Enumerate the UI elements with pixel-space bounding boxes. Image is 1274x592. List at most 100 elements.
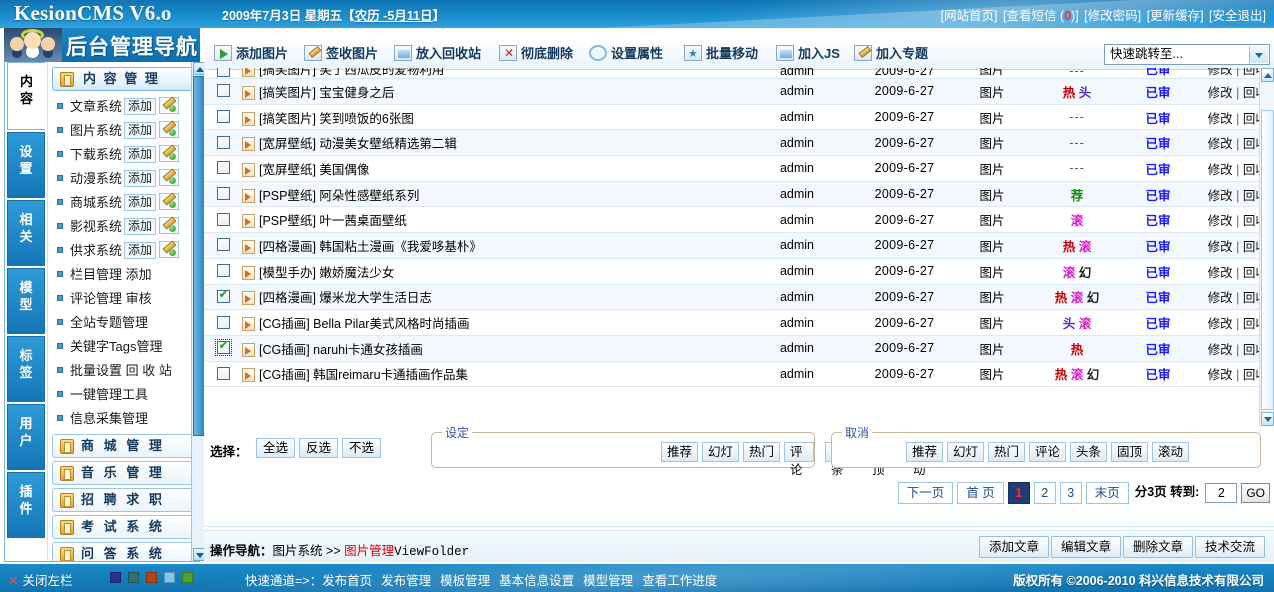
toolbar-button-gear[interactable]: 设置属性	[589, 44, 663, 64]
row-edit-link[interactable]: 修改	[1208, 368, 1233, 382]
quick-channel-item-4[interactable]: 模型管理	[583, 574, 633, 588]
cancel-flag-3[interactable]: 评论	[1029, 442, 1066, 462]
row-checkbox[interactable]	[217, 110, 230, 123]
sidebar-tab-2[interactable]: 相关	[7, 200, 45, 266]
sidebar-module-3[interactable]: 考 试 系 统	[52, 515, 195, 539]
add-button[interactable]: 添加	[124, 146, 156, 163]
row-edit-link[interactable]: 修改	[1208, 291, 1233, 305]
row-audit-status[interactable]: 已审	[1127, 258, 1189, 284]
quick-channel-item-0[interactable]: 发布首页	[322, 574, 372, 588]
row-title[interactable]: [CG插画] Bella Pilar美式风格时尚插画	[259, 317, 469, 331]
footer-button-3[interactable]: 技术交流	[1195, 536, 1265, 558]
row-audit-status[interactable]: 已审	[1127, 361, 1189, 387]
row-audit-status[interactable]: 已审	[1127, 233, 1189, 259]
select-button-1[interactable]: 反选	[299, 438, 338, 458]
row-checkbox[interactable]	[217, 213, 230, 226]
sidebar-item-2[interactable]: 下载系统添加	[48, 143, 199, 167]
select-button-2[interactable]: 不选	[342, 438, 381, 458]
breadcrumb-root[interactable]: 图片系统	[273, 544, 323, 558]
set-flag-3[interactable]: 评论	[784, 442, 814, 462]
toolbar-button-delete[interactable]: 彻底删除	[499, 44, 573, 64]
edit-pen-icon[interactable]	[159, 169, 179, 186]
sidebar-link-0[interactable]: 栏目管理 添加	[48, 263, 199, 287]
row-audit-status[interactable]: 已审	[1127, 68, 1189, 79]
row-edit-link[interactable]: 修改	[1208, 163, 1233, 177]
table-scroll-thumb[interactable]	[1261, 110, 1274, 410]
row-title[interactable]: [CG插画] 韩国reimaru卡通插画作品集	[259, 368, 468, 382]
select-button-0[interactable]: 全选	[256, 438, 295, 458]
sidebar-tab-6[interactable]: 插件	[7, 472, 45, 538]
row-edit-link[interactable]: 修改	[1208, 189, 1233, 203]
edit-pen-icon[interactable]	[159, 193, 179, 210]
sidebar-module-0[interactable]: 商 城 管 理	[52, 434, 195, 458]
row-audit-status[interactable]: 已审	[1127, 79, 1189, 105]
edit-pen-icon[interactable]	[159, 217, 179, 234]
sidebar-module-1[interactable]: 音 乐 管 理	[52, 461, 195, 485]
row-checkbox[interactable]	[217, 161, 230, 174]
row-edit-link[interactable]: 修改	[1208, 137, 1233, 151]
row-checkbox[interactable]	[217, 290, 230, 303]
edit-pen-icon[interactable]	[159, 121, 179, 138]
add-button[interactable]: 添加	[124, 218, 156, 235]
row-audit-status[interactable]: 已审	[1127, 207, 1189, 233]
row-checkbox[interactable]	[217, 136, 230, 149]
row-checkbox[interactable]	[217, 84, 230, 97]
edit-pen-icon[interactable]	[159, 97, 179, 114]
add-button[interactable]: 添加	[124, 242, 156, 259]
sidebar-link-1[interactable]: 评论管理 审核	[48, 287, 199, 311]
toolbar-button-recycle[interactable]: 放入回收站	[394, 44, 481, 64]
row-audit-status[interactable]: 已审	[1127, 130, 1189, 156]
table-scrollbar[interactable]	[1259, 68, 1274, 426]
set-flag-1[interactable]: 幻灯	[702, 442, 739, 462]
row-audit-status[interactable]: 已审	[1127, 310, 1189, 336]
scroll-down-icon[interactable]	[1261, 412, 1274, 426]
pager-last-page[interactable]: 末页	[1086, 482, 1129, 504]
row-edit-link[interactable]: 修改	[1208, 240, 1233, 254]
sidebar-item-0[interactable]: 文章系统添加	[48, 95, 199, 119]
toolbar-button-add-image[interactable]: 添加图片	[214, 44, 288, 64]
sidebar-tab-0[interactable]: 内容	[7, 62, 45, 130]
sidebar-tab-3[interactable]: 模型	[7, 268, 45, 334]
row-title[interactable]: [四格漫画] 韩国粘土漫画《我爱哆基朴》	[259, 240, 482, 254]
close-left-panel-button[interactable]: ✕关闭左栏	[8, 570, 73, 589]
cancel-flag-1[interactable]: 幻灯	[947, 442, 984, 462]
row-title[interactable]: [PSP壁纸] 叶一茜桌面壁纸	[259, 214, 407, 228]
sidebar-tab-4[interactable]: 标签	[7, 336, 45, 402]
row-audit-status[interactable]: 已审	[1127, 335, 1189, 361]
theme-swatch-4[interactable]	[182, 572, 193, 583]
edit-pen-icon[interactable]	[159, 145, 179, 162]
theme-swatch-3[interactable]	[164, 572, 175, 583]
sidebar-link-5[interactable]: 一键管理工具	[48, 383, 199, 407]
row-edit-link[interactable]: 修改	[1208, 343, 1233, 357]
link-website-home[interactable]: [网站首页]	[941, 9, 998, 23]
link-change-password[interactable]: [修改密码]	[1084, 9, 1141, 23]
cancel-flag-4[interactable]: 头条	[1070, 442, 1107, 462]
quick-jump-select[interactable]: 快速跳转至...	[1104, 44, 1270, 65]
add-button[interactable]: 添加	[124, 122, 156, 139]
sidebar-link-3[interactable]: 关键字Tags管理	[48, 335, 199, 359]
sidebar-module-4[interactable]: 问 答 系 统	[52, 542, 195, 561]
row-checkbox[interactable]	[217, 187, 230, 200]
set-flag-2[interactable]: 热门	[743, 442, 780, 462]
cancel-flag-2[interactable]: 热门	[988, 442, 1025, 462]
link-safe-exit[interactable]: [安全退出]	[1209, 9, 1266, 23]
row-title[interactable]: [CG插画] naruhi卡通女孩插画	[259, 343, 423, 357]
link-view-sms[interactable]: [查看短信 (0)]	[1003, 9, 1079, 23]
pager-page-3[interactable]: 3	[1060, 482, 1082, 504]
scroll-up-icon[interactable]	[1261, 68, 1274, 82]
row-edit-link[interactable]: 修改	[1208, 317, 1233, 331]
sidebar-link-2[interactable]: 全站专题管理	[48, 311, 199, 335]
pager-page-2[interactable]: 2	[1034, 482, 1056, 504]
row-edit-link[interactable]: 修改	[1208, 214, 1233, 228]
footer-button-0[interactable]: 添加文章	[979, 536, 1049, 558]
set-flag-0[interactable]: 推荐	[661, 442, 698, 462]
sidebar-section-content-management[interactable]: 内 容 管 理	[52, 67, 195, 91]
sidebar-tab-1[interactable]: 设置	[7, 132, 45, 198]
sidebar-module-2[interactable]: 招 聘 求 职	[52, 488, 195, 512]
theme-swatch-0[interactable]	[110, 572, 121, 583]
add-button[interactable]: 添加	[124, 194, 156, 211]
row-audit-status[interactable]: 已审	[1127, 284, 1189, 310]
pager-goto-input[interactable]: 2	[1205, 483, 1237, 503]
footer-button-1[interactable]: 编辑文章	[1051, 536, 1121, 558]
row-title[interactable]: [模型手办] 嫩娇魔法少女	[259, 266, 394, 280]
